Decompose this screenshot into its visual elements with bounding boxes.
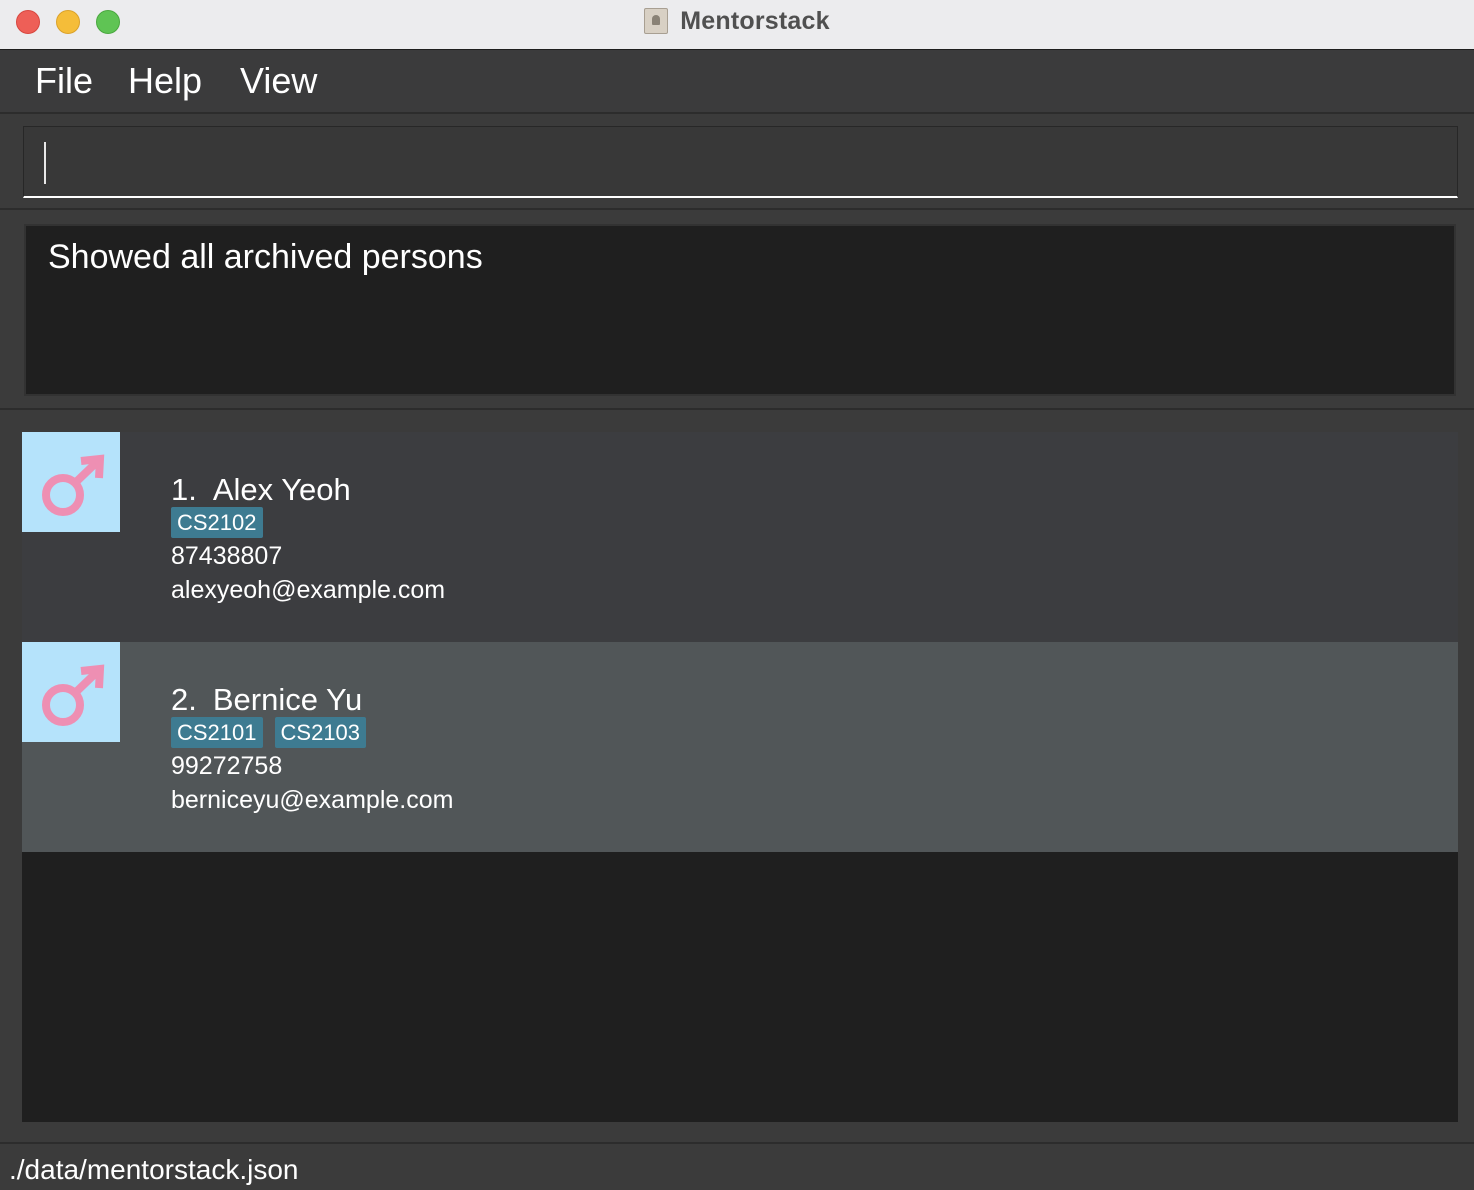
result-display-section: Showed all archived persons <box>0 212 1474 410</box>
window-title: Mentorstack <box>680 6 830 35</box>
person-email: alexyeoh@example.com <box>171 576 446 604</box>
person-name: Bernice Yu <box>212 682 363 717</box>
menu-help[interactable]: Help <box>128 60 202 102</box>
person-card[interactable]: 2. Bernice Yu CS2101 CS2103 99272758 bern… <box>22 642 1458 852</box>
avatar <box>22 432 120 532</box>
command-box-section <box>0 116 1474 210</box>
tag-list: CS2102 <box>171 507 263 538</box>
person-index: 2. <box>171 682 197 717</box>
person-phone: 99272758 <box>171 752 283 780</box>
person-name-line: 2. Bernice Yu <box>171 682 362 718</box>
tag-badge: CS2101 <box>171 717 263 748</box>
person-email: berniceyu@example.com <box>171 786 454 814</box>
text-caret <box>44 142 46 184</box>
person-card[interactable]: 1. Alex Yeoh CS2102 87438807 alexyeoh@exa… <box>22 432 1458 642</box>
tag-list: CS2101 CS2103 <box>171 717 367 748</box>
title-bar: Mentorstack <box>0 0 1474 50</box>
tag-badge: CS2102 <box>171 507 263 538</box>
tag-badge: CS2103 <box>274 717 367 748</box>
app-window: Mentorstack File Help View Showed all ar… <box>0 0 1474 1190</box>
save-location: ./data/mentorstack.json <box>9 1154 299 1185</box>
menu-view[interactable]: View <box>240 60 317 102</box>
person-list-section: 1. Alex Yeoh CS2102 87438807 alexyeoh@exa… <box>0 412 1474 1142</box>
result-display[interactable]: Showed all archived persons <box>24 224 1456 396</box>
male-symbol-icon <box>42 454 105 516</box>
menu-bar: File Help View <box>0 50 1474 114</box>
command-input[interactable] <box>23 126 1458 198</box>
title-wrap: Mentorstack <box>0 0 1474 42</box>
menu-file[interactable]: File <box>35 60 93 102</box>
person-name: Alex Yeoh <box>212 472 351 507</box>
person-index: 1. <box>171 472 197 507</box>
person-list[interactable]: 1. Alex Yeoh CS2102 87438807 alexyeoh@exa… <box>22 432 1458 1122</box>
person-phone: 87438807 <box>171 542 283 570</box>
app-icon <box>644 8 669 34</box>
result-message: Showed all archived persons <box>48 238 483 276</box>
avatar <box>22 642 120 742</box>
person-name-line: 1. Alex Yeoh <box>171 472 351 508</box>
status-bar: ./data/mentorstack.json <box>0 1142 1474 1190</box>
male-symbol-icon <box>42 664 105 726</box>
